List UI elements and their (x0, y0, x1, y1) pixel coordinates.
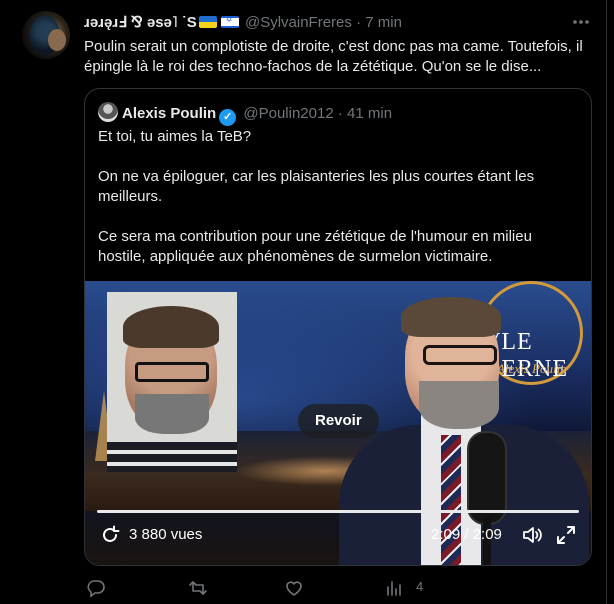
reply-icon[interactable] (86, 578, 106, 600)
author-avatar[interactable] (22, 11, 70, 59)
analytics-icon[interactable] (384, 578, 404, 600)
video-time: 2:09 / 2:09 (431, 526, 502, 543)
repost-icon[interactable] (188, 578, 208, 600)
author-name[interactable]: ɹǝɹǝ̨ɹℲ ⅋ ǝsǝ˥ ˙S (84, 14, 197, 31)
quoted-tweet[interactable]: Alexis Poulin ✓ @Poulin2012 · 41 min Et t… (84, 88, 592, 566)
verified-badge-icon: ✓ (219, 109, 237, 126)
quote-paragraph: On ne va épiloguer, car les plaisanterie… (98, 168, 535, 205)
post-time[interactable]: 7 min (365, 14, 402, 31)
separator-dot: · (337, 105, 343, 122)
quote-author-avatar[interactable] (98, 102, 118, 122)
replay-button[interactable]: Revoir (298, 404, 379, 438)
israel-flag-icon (220, 15, 239, 28)
volume-icon[interactable] (521, 524, 543, 546)
tweet[interactable]: ɹǝɹǝ̨ɹℲ ⅋ ǝsǝ˥ ˙S @SylvainFreres · 7 min… (0, 0, 607, 604)
presenter-image (339, 295, 589, 565)
replay-icon[interactable] (99, 524, 121, 546)
author-handle[interactable]: @SylvainFreres (245, 14, 352, 31)
tweet-text: Poulin serait un complotiste de droite, … (84, 38, 583, 75)
quote-header: Alexis Poulin ✓ @Poulin2012 · 41 min (98, 102, 392, 126)
quote-author-name[interactable]: Alexis Poulin (122, 105, 216, 122)
quote-author-handle: @Poulin2012 (243, 105, 334, 122)
ukraine-flag-icon (198, 16, 217, 28)
tweet-header: ɹǝɹǝ̨ɹℲ ⅋ ǝsǝ˥ ˙S @SylvainFreres · 7 min (84, 13, 402, 31)
fullscreen-icon[interactable] (555, 524, 577, 546)
separator-dot: · (356, 14, 362, 31)
quote-text: Et toi, tu aimes la TeB? On ne va épilog… (98, 127, 578, 287)
like-icon[interactable] (284, 578, 304, 600)
video-view-count: 3 880 vues (129, 526, 203, 543)
more-horizontal-icon[interactable] (571, 12, 591, 37)
video-progress-bar[interactable] (97, 510, 579, 513)
inset-photo (107, 292, 237, 472)
quote-paragraph: Et toi, tu aimes la TeB? (98, 128, 252, 145)
quote-time: 41 min (347, 105, 393, 122)
video-player[interactable]: VLE DERNE Alexis Poulin Revoir 3 880 vue… (85, 281, 591, 565)
quote-paragraph: Ce sera ma contribution pour une zététiq… (98, 228, 532, 265)
views-count: 4 (416, 579, 424, 594)
